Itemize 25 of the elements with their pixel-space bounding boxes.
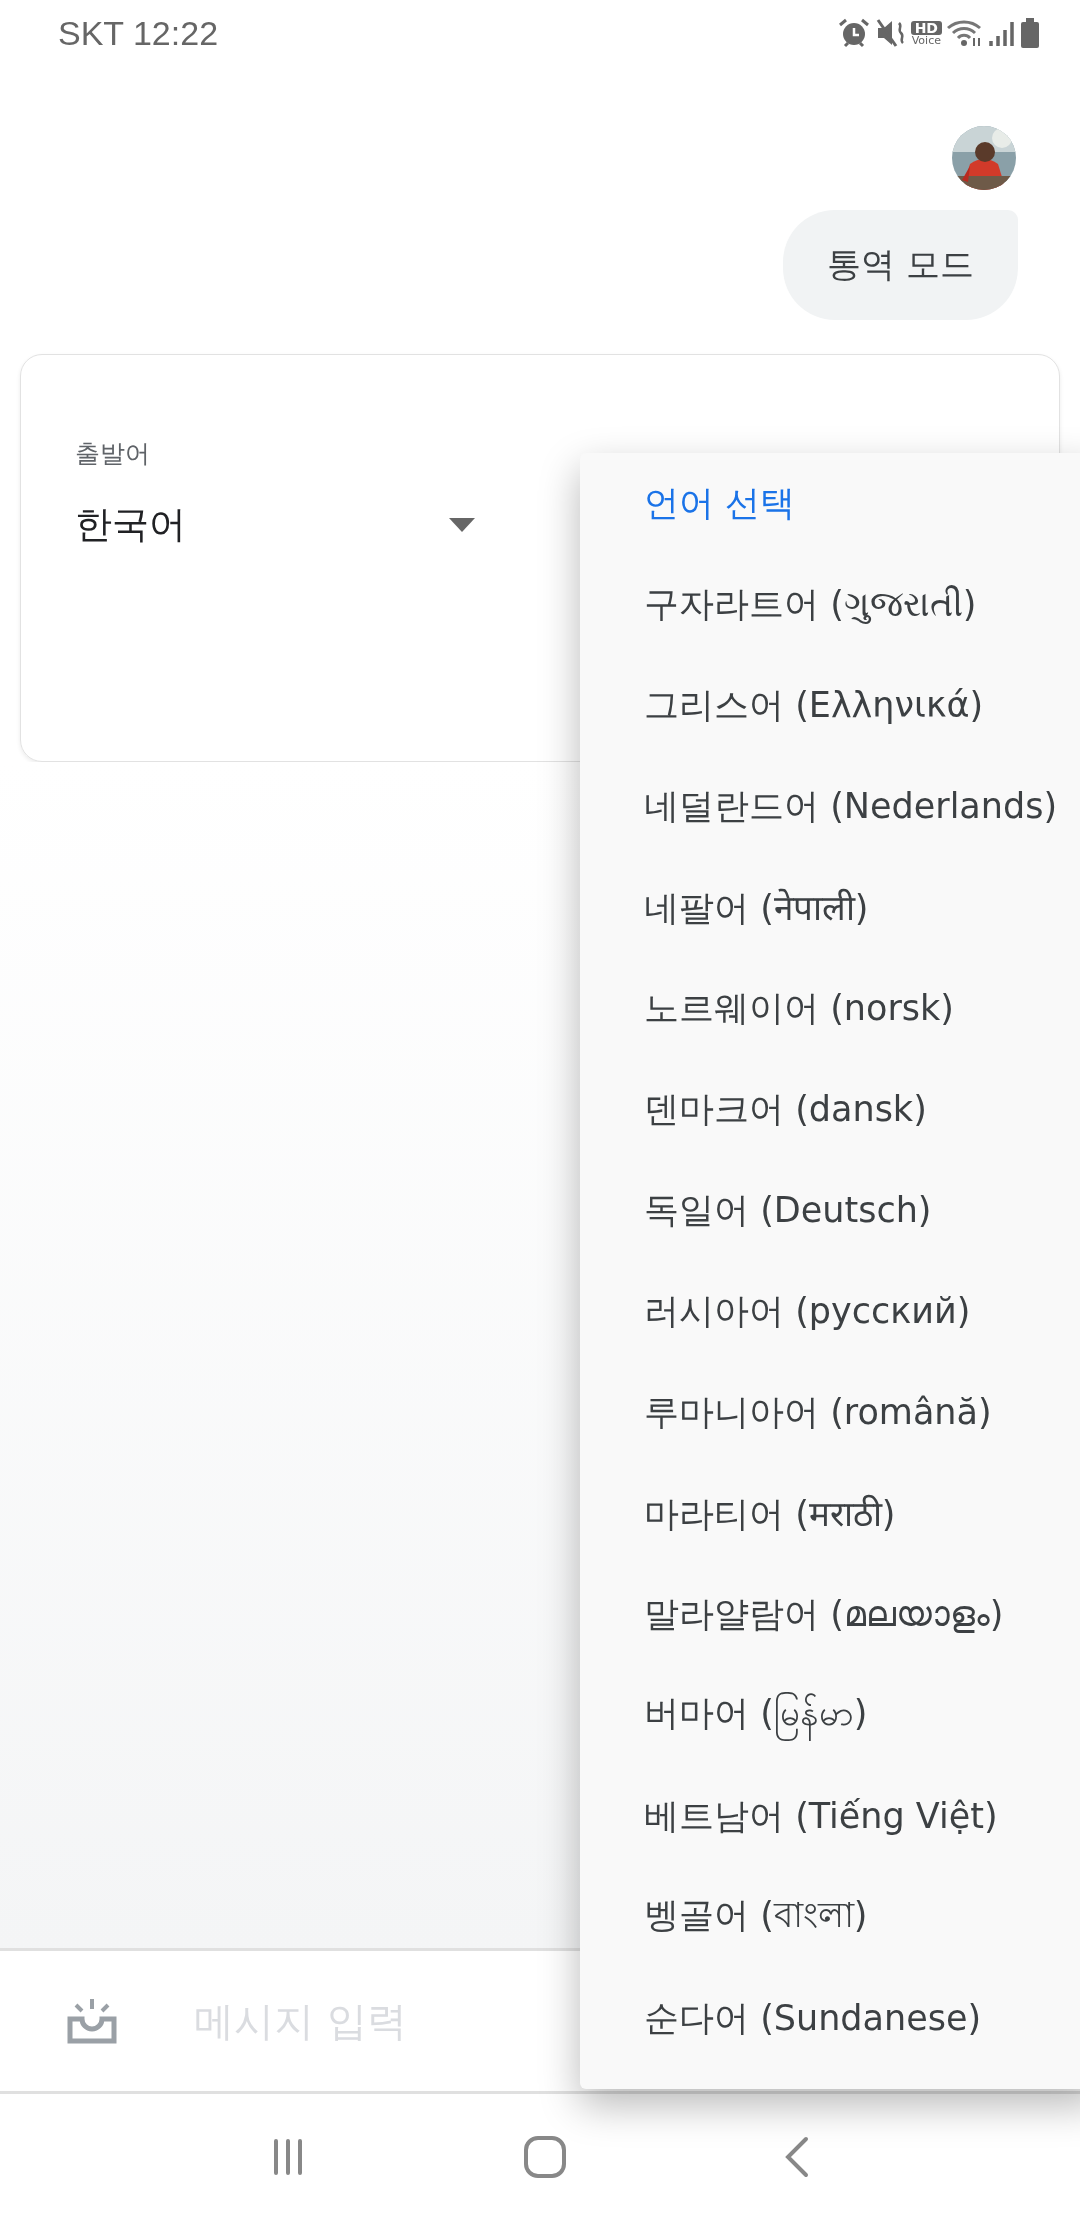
language-option[interactable]: 러시아어 (русский) xyxy=(580,1261,1080,1362)
language-option[interactable]: 네덜란드어 (Nederlands) xyxy=(580,756,1080,857)
alarm-icon xyxy=(836,17,871,49)
chat-bubble: 통역 모드 xyxy=(783,210,1018,320)
language-option[interactable]: 벵골어 (বাংলা) xyxy=(580,1867,1080,1968)
language-option[interactable]: 베트남어 (Tiếng Việt) xyxy=(580,1766,1080,1867)
language-option[interactable]: 네팔어 (नेपाली) xyxy=(580,857,1080,958)
language-option[interactable]: 독일어 (Deutsch) xyxy=(580,1160,1080,1261)
language-option[interactable]: 순다어 (Sundanese) xyxy=(580,1968,1080,2069)
language-option[interactable]: 구자라트어 (ગુજરાતી) xyxy=(580,554,1080,655)
source-language-dropdown[interactable]: 한국어 xyxy=(75,500,475,550)
language-option[interactable]: 루마니아어 (română) xyxy=(580,1362,1080,1463)
mute-icon xyxy=(874,17,907,49)
status-time: SKT 12:22 xyxy=(58,13,219,53)
caret-icon xyxy=(449,518,475,532)
language-option[interactable]: 덴마크어 (dansk) xyxy=(580,1059,1080,1160)
home-icon[interactable] xyxy=(523,2135,567,2179)
language-option[interactable]: 말라얄람어 (മലയാളം) xyxy=(580,1564,1080,1665)
menu-title: 언어 선택 xyxy=(643,482,797,525)
source-language-label: 출발어 xyxy=(75,438,151,470)
language-option[interactable]: 노르웨이어 (norsk) xyxy=(580,958,1080,1059)
language-option[interactable]: 마라티어 (मराठी) xyxy=(580,1463,1080,1564)
battery-icon xyxy=(1020,17,1040,49)
language-option[interactable]: 버마어 (မြန်မာ) xyxy=(580,1665,1080,1766)
language-option[interactable]: 그리스어 (Ελληνικά) xyxy=(580,655,1080,756)
